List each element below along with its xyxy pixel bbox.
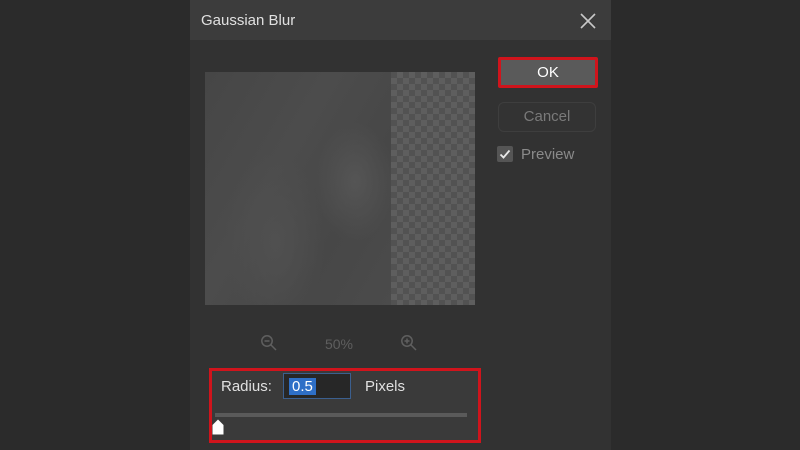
slider-thumb[interactable] — [212, 419, 224, 435]
dialog-title: Gaussian Blur — [201, 12, 296, 29]
zoom-out-icon[interactable] — [260, 334, 278, 352]
cancel-button[interactable]: Cancel — [498, 102, 596, 132]
radius-value: 0.5 — [289, 378, 316, 395]
close-icon[interactable] — [577, 10, 599, 32]
radius-label: Radius: — [221, 378, 272, 395]
unit-label: Pixels — [365, 378, 406, 395]
zoom-in-icon[interactable] — [400, 334, 418, 352]
radius-panel: Radius: 0.5 Pixels — [209, 368, 481, 443]
preview-canvas[interactable] — [205, 72, 475, 305]
preview-checkbox[interactable] — [497, 146, 513, 162]
gaussian-blur-dialog: Gaussian Blur OK Cancel Preview 50% Radi… — [190, 0, 611, 450]
preview-label: Preview — [521, 146, 575, 163]
title-bar: Gaussian Blur — [190, 0, 611, 40]
radius-slider[interactable] — [215, 413, 467, 417]
zoom-controls: 50% — [260, 334, 430, 354]
preview-image — [205, 72, 391, 305]
checkmark-icon — [499, 149, 511, 159]
radius-input[interactable]: 0.5 — [283, 373, 351, 399]
transparency-checkerboard — [391, 72, 475, 305]
zoom-level: 50% — [324, 336, 354, 352]
ok-button[interactable]: OK — [498, 57, 598, 88]
